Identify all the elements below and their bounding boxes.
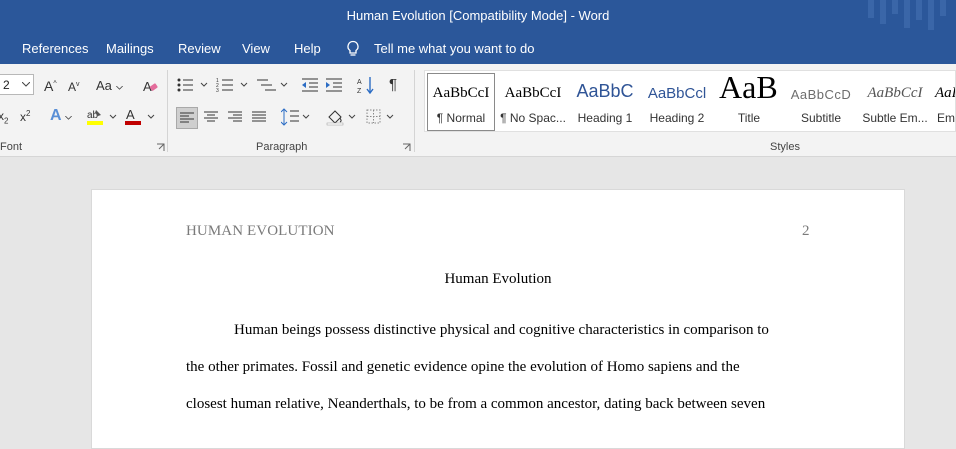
- font-dialog-launcher-icon[interactable]: [156, 143, 165, 152]
- chevron-down-icon: [22, 82, 30, 87]
- font-size-value: 2: [3, 78, 10, 92]
- shrink-font-glyph: A: [68, 80, 77, 94]
- lightbulb-icon[interactable]: [345, 40, 361, 58]
- decrease-indent-icon[interactable]: [301, 77, 319, 93]
- style-name: Title: [737, 111, 761, 125]
- chevron-down-icon: [65, 115, 73, 120]
- increase-indent-icon[interactable]: [325, 77, 343, 93]
- style-preview: AaBbC: [576, 81, 634, 101]
- body-line-3[interactable]: closest human relative, Neanderthals, to…: [186, 396, 765, 413]
- svg-text:Z: Z: [357, 88, 362, 94]
- grow-font-button[interactable]: A^: [44, 78, 57, 94]
- highlight-color-icon[interactable]: ab: [86, 107, 120, 127]
- align-left-button[interactable]: [176, 107, 198, 129]
- font-color-icon[interactable]: A: [124, 107, 158, 127]
- ribbon-tabs: References Mailings Review View Help Tel…: [0, 32, 956, 64]
- clear-formatting-icon[interactable]: A: [142, 78, 158, 94]
- shading-icon[interactable]: [325, 108, 359, 126]
- style-name: ¶ No Spac...: [500, 111, 566, 125]
- tab-help[interactable]: Help: [294, 41, 321, 56]
- tab-review[interactable]: Review: [178, 41, 221, 56]
- style-preview: AaBbCcl: [647, 85, 707, 102]
- tab-mailings[interactable]: Mailings: [106, 41, 154, 56]
- window-title: Human Evolution [Compatibility Mode] - W…: [346, 8, 610, 23]
- superscript-button[interactable]: x2: [20, 109, 30, 124]
- chevron-down-icon: [115, 85, 123, 90]
- borders-icon[interactable]: [365, 108, 399, 126]
- title-bar: Human Evolution [Compatibility Mode] - W…: [0, 0, 956, 32]
- bullets-icon[interactable]: [176, 77, 210, 93]
- show-formatting-marks-button[interactable]: ¶: [389, 76, 397, 93]
- body-line-2[interactable]: the other primates. Fossil and genetic e…: [186, 359, 740, 376]
- numbering-icon[interactable]: 123: [216, 77, 250, 93]
- style-no-spacing[interactable]: AaBbCcI ¶ No Spac...: [497, 71, 569, 131]
- style-heading-1[interactable]: AaBbC Heading 1: [569, 71, 641, 131]
- style-preview: AaBbCcI: [867, 85, 923, 101]
- ribbon-separator: [414, 70, 415, 152]
- style-title[interactable]: AaB Title: [713, 71, 785, 131]
- justify-icon[interactable]: [252, 111, 266, 123]
- subscript-digit: 2: [4, 116, 9, 126]
- running-head[interactable]: HUMAN EVOLUTION: [186, 223, 335, 240]
- style-preview: AaBb: [935, 85, 955, 101]
- svg-text:A: A: [357, 79, 362, 86]
- align-right-icon[interactable]: [228, 111, 242, 123]
- font-size-combobox[interactable]: 2: [0, 74, 34, 95]
- style-subtitle[interactable]: AaBbCcD Subtitle: [785, 71, 857, 131]
- title-bar-decoration: [868, 0, 946, 30]
- style-preview: AaB: [719, 71, 778, 105]
- style-subtle-emphasis[interactable]: AaBbCcI Subtle Em...: [857, 71, 933, 131]
- style-emphasis[interactable]: AaBb Em: [933, 71, 955, 131]
- sort-icon[interactable]: AZ: [357, 76, 375, 94]
- paragraph-dialog-launcher-icon[interactable]: [402, 143, 411, 152]
- svg-text:3: 3: [216, 88, 219, 93]
- style-preview: AaBbCcI: [504, 85, 562, 101]
- ribbon-separator: [167, 70, 168, 152]
- change-case-button[interactable]: Aa: [96, 78, 123, 93]
- ribbon-home: 2 A^ Av Aa A x2 x2 A ab A Font 1 2 3 A Z…: [0, 64, 956, 157]
- tab-references[interactable]: References: [22, 41, 88, 56]
- style-name: Subtle Em...: [862, 111, 928, 125]
- style-preview: AaBbCcD: [790, 87, 852, 102]
- style-preview: AaBbCcI: [432, 85, 490, 101]
- style-heading-2[interactable]: AaBbCcl Heading 2: [641, 71, 713, 131]
- svg-text:A: A: [126, 107, 135, 122]
- style-name: ¶ Normal: [436, 111, 486, 125]
- text-effects-button[interactable]: A: [50, 107, 73, 125]
- shrink-font-button[interactable]: Av: [68, 80, 80, 94]
- document-page[interactable]: HUMAN EVOLUTION 2 Human Evolution Human …: [91, 189, 905, 449]
- multilevel-list-icon[interactable]: [256, 77, 290, 93]
- style-name: Heading 1: [577, 111, 633, 125]
- style-name: Heading 2: [649, 111, 705, 125]
- text-effects-glyph: A: [50, 107, 61, 124]
- tell-me-search[interactable]: Tell me what you want to do: [374, 41, 534, 56]
- tab-view[interactable]: View: [242, 41, 270, 56]
- style-name: Subtitle: [800, 111, 842, 125]
- font-group-label: Font: [0, 141, 23, 153]
- subscript-button[interactable]: x2: [0, 109, 8, 125]
- page-number[interactable]: 2: [802, 223, 810, 240]
- change-case-glyph: Aa: [96, 78, 112, 93]
- align-left-icon: [180, 112, 194, 123]
- style-name: Em: [937, 111, 955, 125]
- paragraph-group-label: Paragraph: [256, 141, 308, 153]
- line-spacing-icon[interactable]: [281, 108, 311, 126]
- document-title[interactable]: Human Evolution: [92, 271, 904, 288]
- grow-font-glyph: A: [44, 78, 54, 94]
- styles-gallery: AaBbCcI ¶ Normal AaBbCcI ¶ No Spac... Aa…: [424, 70, 956, 132]
- style-normal[interactable]: AaBbCcI ¶ Normal: [425, 71, 497, 131]
- superscript-digit: 2: [26, 109, 31, 118]
- styles-group-label: Styles: [770, 141, 800, 153]
- align-center-icon[interactable]: [204, 111, 218, 123]
- body-line-1[interactable]: Human beings possess distinctive physica…: [234, 322, 769, 339]
